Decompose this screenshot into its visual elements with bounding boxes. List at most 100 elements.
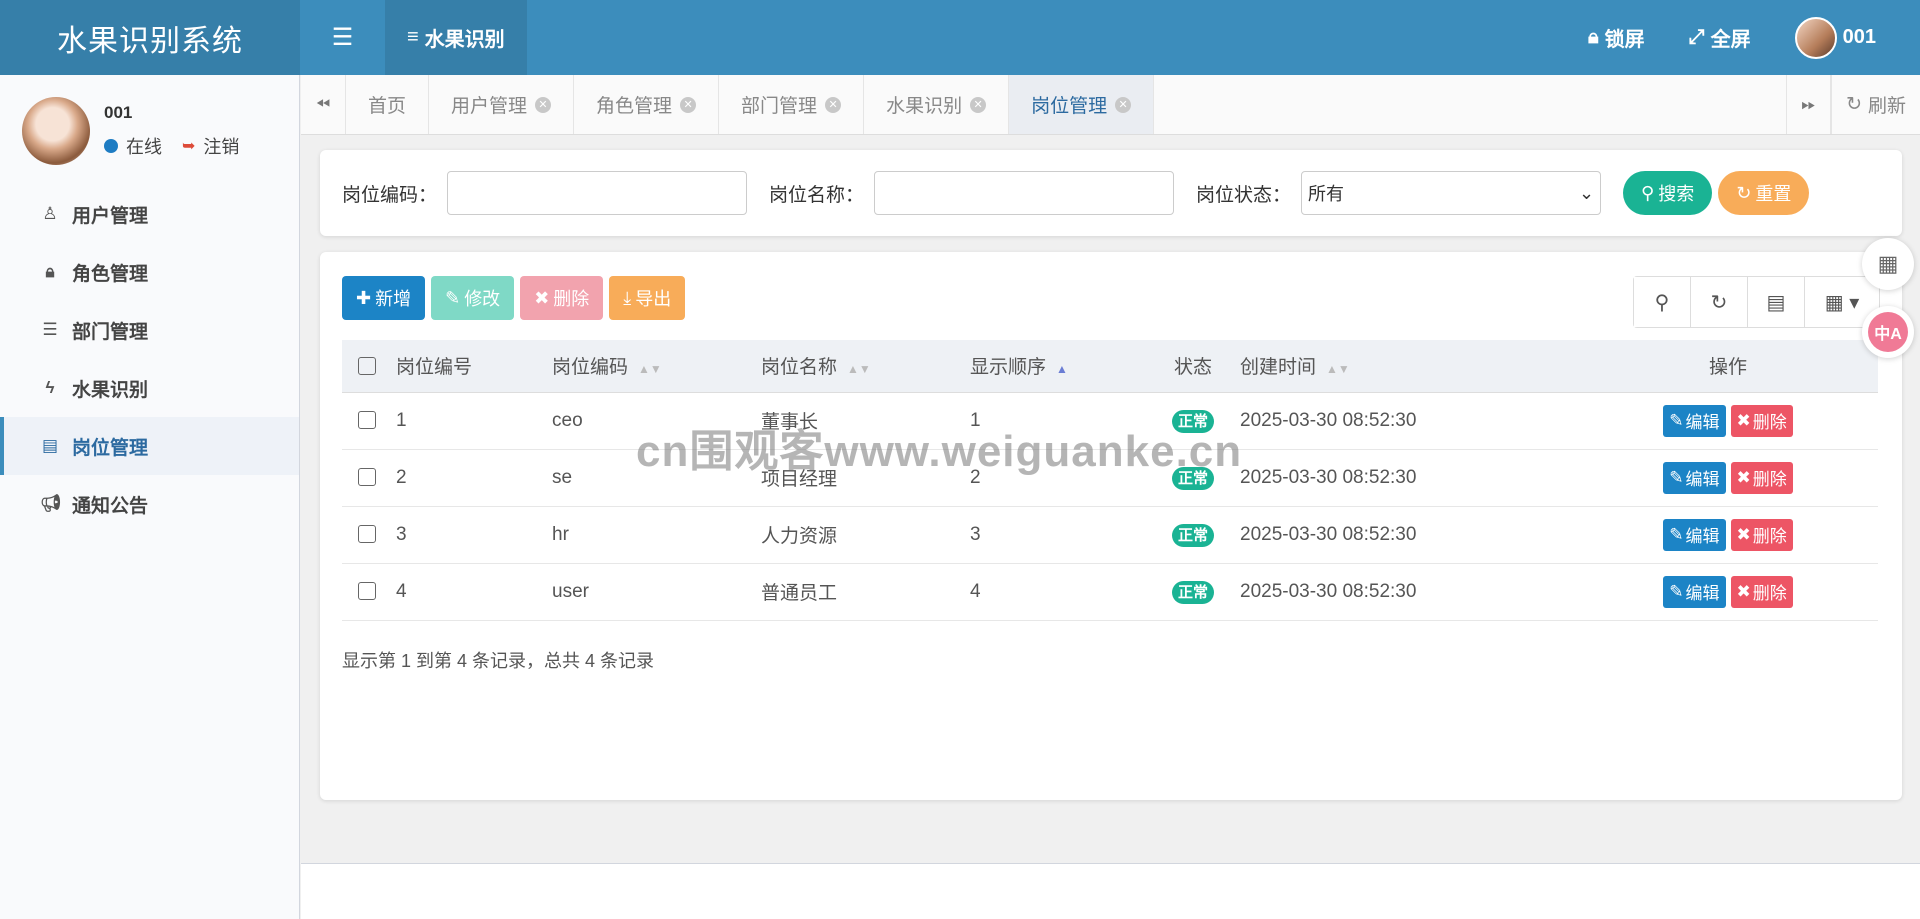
remove-icon: ✖ [534,287,550,308]
close-icon[interactable]: ✕ [825,96,842,113]
remove-icon: ✖ [1736,410,1751,430]
tab-home[interactable]: 首页 [346,75,430,134]
close-icon[interactable]: ✕ [970,96,987,113]
add-button-label: 新增 [375,289,412,309]
row-delete-button[interactable]: ✖ 删除 [1730,575,1793,608]
lock-screen-button[interactable]: 🔒︎ 锁屏 [1566,23,1667,52]
status-badge: 正常 [1171,523,1214,547]
column-header-display-order[interactable]: 显示顺序 [970,357,1046,378]
search-button[interactable]: ⚲ 搜索 [1623,171,1713,215]
tab-fruit-recognition[interactable]: 水果识别 ✕ [864,75,1010,134]
fullscreen-button[interactable]: ⤢ 全屏 [1667,23,1773,52]
user-menu[interactable]: 001 [1773,16,1898,59]
lock-icon: 🔒︎ [45,262,55,281]
select-all-checkbox[interactable] [358,356,376,375]
top-navbar: 水果识别系统 ☰ ≡ 水果识别 🔒︎ 锁屏 ⤢ 全屏 001 [0,0,1920,75]
sort-asc-icon[interactable]: ▲ [1056,362,1068,376]
post-table: 岗位编号 岗位编码 ▲▼ 岗位名称 ▲▼ 显示顺序 ▲ 状态 创建时间 ▲▼ 操作 1 … [342,340,1878,621]
table-tools: ⚲ ↻ ▤ ▦ ▾ [1633,276,1880,328]
edit-button[interactable]: ✎ 修改 [431,276,515,320]
sidebar-item-post-management[interactable]: ▤ 岗位管理 [0,417,299,475]
translate-widget-button[interactable]: 中A [1862,306,1914,358]
sidebar-toggle-icon[interactable]: ☰ [300,0,385,75]
tabs-scroll-left-icon[interactable]: ⏪︎ [301,75,346,134]
user-icon: ♙ [42,204,58,223]
sidebar-item-notice[interactable]: 📢︎ 通知公告 [0,475,299,533]
user-menu-label: 001 [1842,26,1876,48]
row-delete-button[interactable]: ✖ 删除 [1730,518,1793,551]
sort-icon[interactable]: ▲▼ [1326,362,1350,376]
cell-created-time: 2025-03-30 08:52:30 [1228,392,1578,450]
sidebar-item-dept-management[interactable]: ☰ 部门管理 [0,301,299,359]
tab-user-management[interactable]: 用户管理 ✕ [429,75,575,134]
close-icon[interactable]: ✕ [535,96,552,113]
list-icon: ≡ [407,26,419,48]
table-toolbar: ✚ 新增 ✎ 修改 ✖ 删除 ⤓ 导出 [342,276,686,320]
online-dot-icon [104,139,118,153]
row-checkbox[interactable] [358,468,376,487]
id-card-icon: ▤ [41,436,59,455]
top-menu-fruit-recognition[interactable]: ≡ 水果识别 [385,0,527,75]
sidebar: 001 在线 ➥ 注销 ♙ 用户管理 🔒︎ 角色管理 ☰ 部门管理 ϟ 水果识别… [0,75,300,919]
status-badge: 正常 [1171,409,1214,433]
edit-icon: ✎ [1669,581,1684,601]
tab-post-management[interactable]: 岗位管理 ✕ [1009,75,1155,134]
column-header-created-time[interactable]: 创建时间 [1240,357,1316,378]
sidebar-item-role-management[interactable]: 🔒︎ 角色管理 [0,243,299,301]
post-code-input[interactable] [447,171,748,215]
cell-post-id: 4 [396,563,552,621]
row-checkbox[interactable] [358,525,376,544]
sidebar-item-fruit-recognition[interactable]: ϟ 水果识别 [0,359,299,417]
tabs-scroll-right-icon[interactable]: ⏩︎ [1786,75,1832,134]
sort-icon[interactable]: ▲▼ [847,362,871,376]
table-header-row: 岗位编号 岗位编码 ▲▼ 岗位名称 ▲▼ 显示顺序 ▲ 状态 创建时间 ▲▼ 操作 [342,340,1878,393]
row-edit-label: 编辑 [1685,527,1720,546]
cell-post-name: 项目经理 [761,449,970,507]
logout-link[interactable]: 注销 [203,133,239,159]
refresh-icon[interactable]: ↻ [1691,277,1748,327]
tab-label: 部门管理 [741,96,818,117]
row-edit-button[interactable]: ✎ 编辑 [1663,461,1726,494]
row-checkbox[interactable] [358,411,376,430]
sort-icon[interactable]: ▲▼ [638,362,662,376]
cell-post-name: 普通员工 [761,563,970,621]
column-header-post-code[interactable]: 岗位编码 [552,357,628,378]
cell-post-id: 2 [396,449,552,507]
reset-button[interactable]: ↻ 重置 [1718,171,1810,215]
tab-role-management[interactable]: 角色管理 ✕ [574,75,720,134]
search-toggle-icon[interactable]: ⚲ [1634,277,1691,327]
add-button[interactable]: ✚ 新增 [342,276,426,320]
refresh-icon: ↻ [1846,94,1862,115]
bolt-icon: ϟ [45,378,55,397]
row-delete-button[interactable]: ✖ 删除 [1730,404,1793,437]
close-icon[interactable]: ✕ [680,96,697,113]
close-icon[interactable]: ✕ [1115,96,1132,113]
post-name-input[interactable] [874,171,1175,215]
toggle-view-icon[interactable]: ▤ [1748,277,1805,327]
export-button[interactable]: ⤓ 导出 [609,276,686,320]
column-header-post-name[interactable]: 岗位名称 [761,357,837,378]
search-icon: ⚲ [1641,182,1655,203]
row-edit-button[interactable]: ✎ 编辑 [1663,575,1726,608]
lock-icon: 🔒︎ [1587,26,1599,48]
sidebar-item-user-management[interactable]: ♙ 用户管理 [0,185,299,243]
row-delete-label: 删除 [1752,584,1787,603]
column-header-post-id[interactable]: 岗位编号 [396,357,472,378]
tab-label: 水果识别 [886,96,963,117]
row-checkbox[interactable] [358,582,376,601]
row-delete-button[interactable]: ✖ 删除 [1730,461,1793,494]
apps-widget-icon[interactable]: ▦ [1862,238,1914,290]
sidebar-item-label: 角色管理 [72,263,149,285]
sign-out-icon[interactable]: ➥ [182,136,195,156]
fullscreen-label: 全屏 [1710,29,1751,51]
delete-button[interactable]: ✖ 删除 [520,276,604,320]
cell-display-order: 2 [970,449,1158,507]
refresh-tab-button[interactable]: ↻ 刷新 [1831,75,1920,134]
row-edit-button[interactable]: ✎ 编辑 [1663,518,1726,551]
app-logo-title[interactable]: 水果识别系统 [0,0,300,75]
post-status-select[interactable]: 所有 ⌄ [1301,171,1602,215]
sidebar-item-label: 水果识别 [72,379,149,401]
row-delete-label: 删除 [1752,527,1787,546]
row-edit-button[interactable]: ✎ 编辑 [1663,404,1726,437]
tab-dept-management[interactable]: 部门管理 ✕ [719,75,865,134]
